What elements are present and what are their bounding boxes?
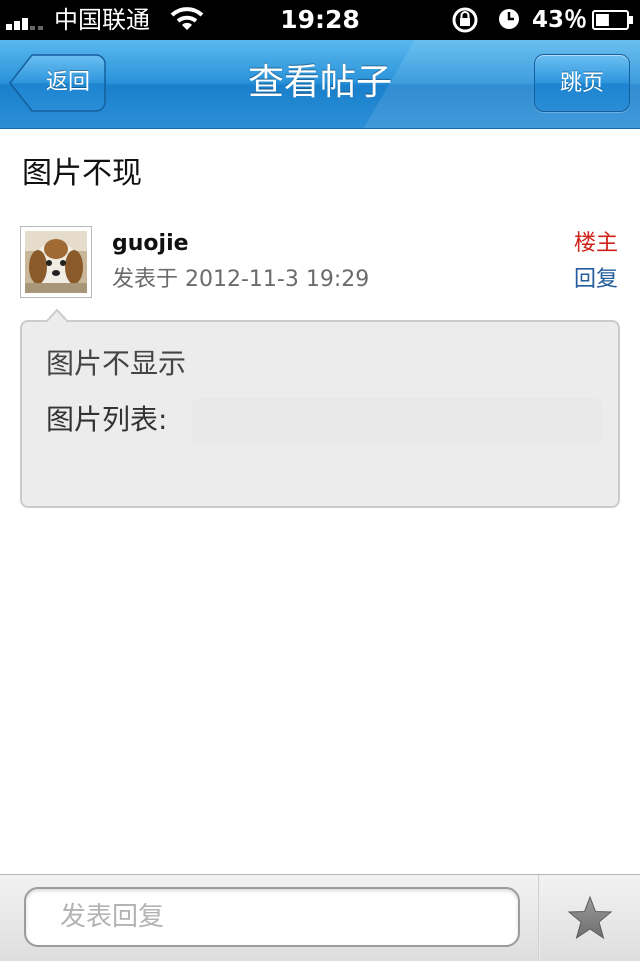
toolbar-divider (538, 875, 540, 961)
op-badge: 楼主 (573, 231, 618, 256)
alarm-clock-icon (498, 8, 520, 34)
avatar[interactable] (20, 226, 92, 298)
rotation-lock-icon (450, 6, 480, 38)
reply-input[interactable]: 发表回复 (24, 887, 520, 947)
image-list-area (192, 398, 602, 444)
post-title: 图片不现 (22, 156, 142, 191)
jump-page-button[interactable]: 跳页 (534, 54, 630, 112)
dog-avatar-image (25, 231, 87, 293)
post-timestamp: 发表于 2012-11-3 19:29 (112, 267, 370, 292)
navigation-bar: 返回 查看帖子 跳页 (0, 40, 640, 129)
battery-icon (592, 10, 633, 30)
battery-percent: 43％ (532, 7, 588, 33)
star-icon[interactable] (566, 895, 614, 941)
post-body-text: 图片不显示 (46, 347, 187, 380)
post-body-bubble: 图片不显示 图片列表: (20, 320, 620, 508)
bubble-pointer (46, 308, 68, 330)
status-bar: 中国联通 19:28 43％ (0, 0, 640, 40)
image-list-label: 图片列表: (46, 403, 168, 436)
reply-link[interactable]: 回复 (574, 264, 618, 296)
bottom-toolbar: 发表回复 (0, 874, 640, 961)
author-name[interactable]: guojie (112, 228, 189, 260)
